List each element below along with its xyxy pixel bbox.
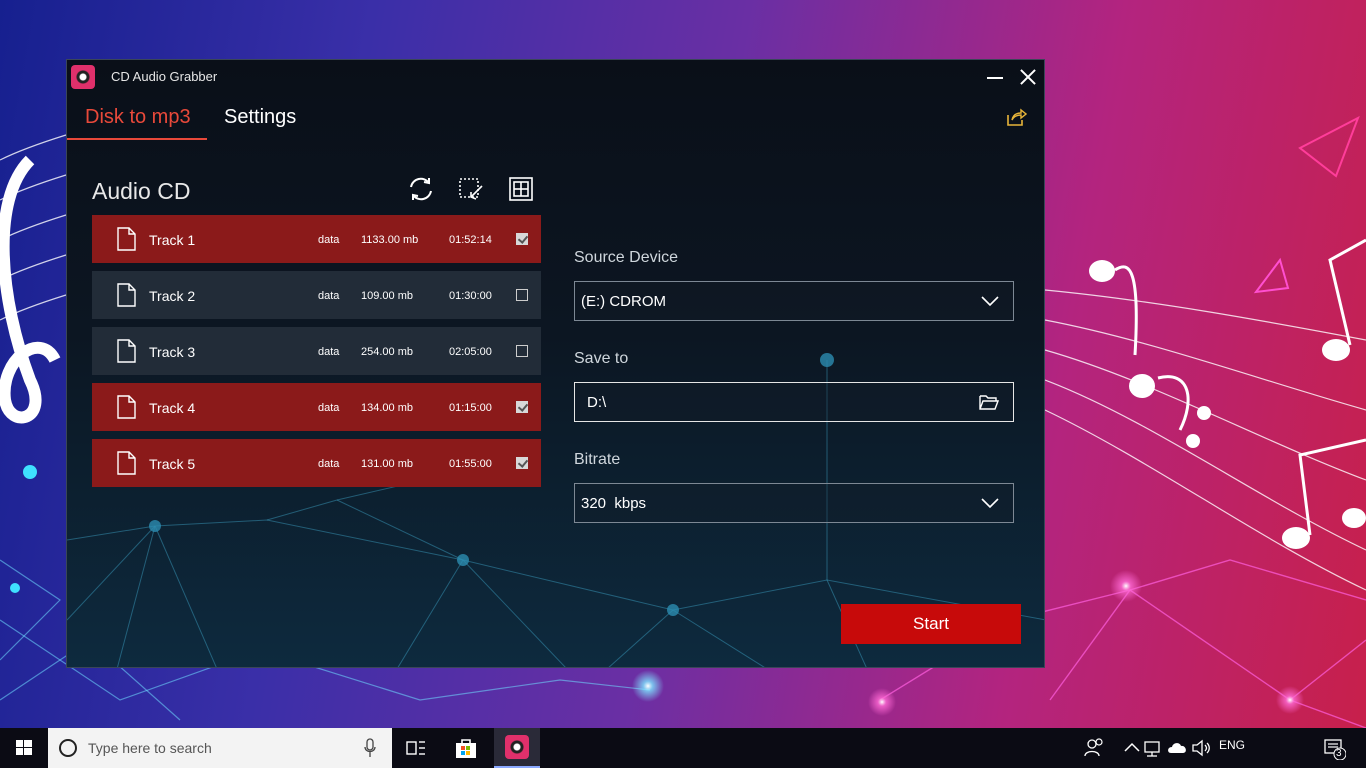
active-tab-indicator xyxy=(67,138,207,140)
track-duration: 01:30:00 xyxy=(449,290,492,302)
bitrate-value: 320 kbps xyxy=(581,495,647,512)
taskbar-cd-audio-grabber[interactable] xyxy=(494,728,540,768)
title-bar[interactable]: CD Audio Grabber xyxy=(67,60,1044,94)
volume-icon[interactable] xyxy=(1190,736,1214,760)
track-name: Track 4 xyxy=(149,400,196,416)
track-size: 1133.00 mb xyxy=(361,234,419,246)
track-checkbox[interactable] xyxy=(516,233,528,245)
tab-disk-to-mp3[interactable]: Disk to mp3 xyxy=(85,106,191,129)
microphone-icon[interactable] xyxy=(364,738,376,758)
track-type: data xyxy=(318,346,340,358)
track-size: 134.00 mb xyxy=(361,402,413,414)
bitrate-label: Bitrate xyxy=(574,451,621,468)
track-row[interactable]: Track 3 data 254.00 mb 02:05:00 xyxy=(92,327,541,375)
file-icon xyxy=(117,283,136,307)
save-to-field[interactable]: D:\ xyxy=(574,382,1014,422)
track-row[interactable]: Track 1 data 1133.00 mb 01:52:14 xyxy=(92,215,541,263)
file-icon xyxy=(117,339,136,363)
file-icon xyxy=(117,451,136,475)
track-name: Track 3 xyxy=(149,344,196,360)
track-type: data xyxy=(318,402,340,414)
audio-cd-title: Audio CD xyxy=(92,178,191,204)
track-row[interactable]: Track 4 data 134.00 mb 01:15:00 xyxy=(92,383,541,431)
track-checkbox[interactable] xyxy=(516,345,528,357)
track-name: Track 5 xyxy=(149,456,196,472)
people-icon[interactable] xyxy=(1082,736,1106,760)
track-duration: 02:05:00 xyxy=(449,346,492,358)
network-icon[interactable] xyxy=(1142,736,1166,760)
bitrate-select[interactable]: 320 kbps xyxy=(574,483,1014,523)
save-to-label: Save to xyxy=(574,350,629,367)
file-icon xyxy=(117,395,136,419)
language-indicator[interactable]: ENG xyxy=(1219,738,1245,752)
cortana-icon xyxy=(59,739,77,757)
track-type: data xyxy=(318,234,340,246)
close-button[interactable] xyxy=(1013,64,1043,90)
notification-center-icon[interactable] xyxy=(1322,736,1346,760)
track-checkbox[interactable] xyxy=(516,289,528,301)
chevron-down-icon xyxy=(981,498,999,509)
cd-app-icon xyxy=(71,65,95,89)
track-row[interactable]: Track 2 data 109.00 mb 01:30:00 xyxy=(92,271,541,319)
taskbar: Type here to search ENG 3 xyxy=(0,728,1366,768)
windows-start-icon[interactable] xyxy=(0,728,48,768)
source-device-value: (E:) CDROM xyxy=(581,293,666,310)
track-size: 254.00 mb xyxy=(361,346,413,358)
task-view-icon[interactable] xyxy=(404,736,428,760)
taskbar-search-box[interactable]: Type here to search xyxy=(48,728,392,768)
chevron-down-icon xyxy=(981,296,999,307)
app-window: CD Audio Grabber Disk to mp3 Settings Au… xyxy=(66,59,1045,668)
search-placeholder: Type here to search xyxy=(88,740,212,756)
track-duration: 01:15:00 xyxy=(449,402,492,414)
track-size: 109.00 mb xyxy=(361,290,413,302)
save-to-value: D:\ xyxy=(587,394,607,411)
folder-open-icon[interactable] xyxy=(979,393,999,411)
refresh-icon[interactable] xyxy=(407,175,435,203)
track-row[interactable]: Track 5 data 131.00 mb 01:55:00 xyxy=(92,439,541,487)
track-list: Track 1 data 1133.00 mb 01:52:14 Track 2… xyxy=(92,215,541,495)
start-button[interactable]: Start xyxy=(841,604,1021,644)
track-type: data xyxy=(318,290,340,302)
chevron-up-icon[interactable] xyxy=(1120,736,1144,760)
track-size: 131.00 mb xyxy=(361,458,413,470)
source-device-select[interactable]: (E:) CDROM xyxy=(574,281,1014,321)
track-type: data xyxy=(318,458,340,470)
track-duration: 01:55:00 xyxy=(449,458,492,470)
share-icon[interactable] xyxy=(1005,106,1027,128)
window-title: CD Audio Grabber xyxy=(111,69,218,84)
select-all-icon[interactable] xyxy=(457,175,485,203)
file-icon xyxy=(117,227,136,251)
track-name: Track 2 xyxy=(149,288,196,304)
grid-icon[interactable] xyxy=(507,175,535,203)
minimize-button[interactable] xyxy=(981,64,1011,90)
track-checkbox[interactable] xyxy=(516,457,528,469)
cd-app-icon xyxy=(505,735,529,759)
track-duration: 01:52:14 xyxy=(449,234,492,246)
notification-count: 3 xyxy=(1336,748,1342,759)
tab-settings[interactable]: Settings xyxy=(224,106,296,129)
source-device-label: Source Device xyxy=(574,249,679,266)
track-name: Track 1 xyxy=(149,232,196,248)
onedrive-cloud-icon[interactable] xyxy=(1166,736,1190,760)
store-icon[interactable] xyxy=(454,736,478,760)
track-checkbox[interactable] xyxy=(516,401,528,413)
